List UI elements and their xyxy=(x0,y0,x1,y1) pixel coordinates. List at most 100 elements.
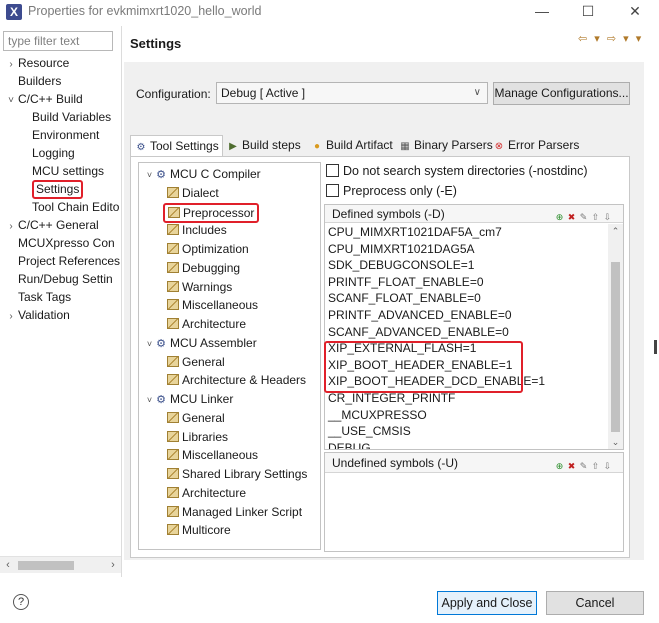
chevron-down-icon[interactable]: ˅ xyxy=(144,335,155,354)
apply-and-close-button[interactable]: Apply and Close xyxy=(437,591,537,615)
setting-icon xyxy=(167,280,179,292)
tab-build-artifact[interactable]: ● Build Artifact xyxy=(307,135,395,157)
nostdinc-option[interactable]: Do not search system directories (-nostd… xyxy=(326,164,588,178)
tab-tool-settings[interactable]: ⚙ Tool Settings xyxy=(130,135,223,157)
tool-group[interactable]: ˅ ⚙ MCU Linker xyxy=(139,390,320,409)
symbol-row[interactable]: SCANF_FLOAT_ENABLE=0 xyxy=(325,290,607,307)
tool-item[interactable]: Includes xyxy=(139,221,320,240)
tool-item[interactable]: Multicore xyxy=(139,521,320,540)
move-up-icon[interactable]: ⇧ xyxy=(591,211,603,223)
nav-item[interactable]: Builders xyxy=(4,72,121,90)
nostdinc-checkbox[interactable] xyxy=(326,164,339,177)
tool-item[interactable]: Architecture xyxy=(139,315,320,334)
delete-icon[interactable]: ✖ xyxy=(567,460,579,472)
close-button[interactable]: ✕ xyxy=(612,0,658,24)
symbol-row[interactable]: __MCUXPRESSO xyxy=(325,407,607,424)
tool-item[interactable]: General xyxy=(139,353,320,372)
scroll-thumb[interactable] xyxy=(611,262,620,432)
help-icon[interactable]: ? xyxy=(13,594,29,610)
delete-icon[interactable]: ✖ xyxy=(567,211,579,223)
nav-item[interactable]: › C/C++ General xyxy=(4,216,121,234)
tool-item[interactable]: Shared Library Settings xyxy=(139,465,320,484)
configuration-select[interactable]: Debug [ Active ] ∨ xyxy=(216,82,488,104)
nav-item[interactable]: Project References xyxy=(4,252,121,270)
tool-item[interactable]: Managed Linker Script xyxy=(139,503,320,522)
undefined-symbols-title: Undefined symbols (-U) xyxy=(332,456,459,470)
nav-item[interactable]: Tool Chain Edito xyxy=(4,198,121,216)
symbol-row[interactable]: PRINTF_ADVANCED_ENABLE=0 xyxy=(325,307,607,324)
scroll-right-icon[interactable]: › xyxy=(105,557,121,574)
tool-group[interactable]: ˅ ⚙ MCU C Compiler xyxy=(139,165,320,184)
symbol-row[interactable]: SDK_DEBUGCONSOLE=1 xyxy=(325,257,607,274)
nav-item[interactable]: MCUXpresso Con xyxy=(4,234,121,252)
symbol-row[interactable]: SCANF_ADVANCED_ENABLE=0 xyxy=(325,324,607,341)
setting-icon xyxy=(167,468,179,479)
defined-symbols-list[interactable]: Defined symbols (-D) ⊕✖✎⇧⇩ CPU_MIMXRT102… xyxy=(324,204,624,450)
symbol-row[interactable]: __USE_CMSIS xyxy=(325,423,607,440)
nav-item[interactable]: › Resource xyxy=(4,54,121,72)
move-up-icon[interactable]: ⇧ xyxy=(591,460,603,472)
maximize-button[interactable]: ☐ xyxy=(565,0,611,24)
chevron-right-icon[interactable]: › xyxy=(4,308,18,326)
tool-item[interactable]: Preprocessor xyxy=(139,202,320,223)
nav-item[interactable]: Settings xyxy=(4,180,121,199)
symbol-row[interactable]: PRINTF_FLOAT_ENABLE=0 xyxy=(325,274,607,291)
undefined-symbols-list[interactable]: Undefined symbols (-U) ⊕✖✎⇧⇩ xyxy=(324,452,624,552)
tool-item[interactable]: Miscellaneous xyxy=(139,446,320,465)
nav-item[interactable]: Build Variables xyxy=(4,108,121,126)
add-icon[interactable]: ⊕ xyxy=(555,460,567,472)
tab-build-steps[interactable]: ▶ Build steps xyxy=(223,135,307,157)
tool-item[interactable]: Miscellaneous xyxy=(139,296,320,315)
list-toolbar: ⊕✖✎⇧⇩ xyxy=(555,456,615,476)
tool-group[interactable]: ˅ ⚙ MCU Assembler xyxy=(139,334,320,353)
chevron-down-icon[interactable]: ˅ xyxy=(144,166,155,185)
horizontal-scrollbar[interactable]: ‹ › xyxy=(0,556,121,573)
sash-divider[interactable] xyxy=(121,26,122,577)
tool-item[interactable]: Debugging xyxy=(139,259,320,278)
tool-item-label: Debugging xyxy=(182,260,241,275)
tab-binary-parsers[interactable]: ▦ Binary Parsers xyxy=(395,135,492,157)
build-steps-icon: ▶ xyxy=(229,141,237,152)
nav-item[interactable]: › Validation xyxy=(4,306,121,324)
tool-item[interactable]: Libraries xyxy=(139,428,320,447)
history-nav-icons[interactable]: ⇦ ▾ ⇨ ▾ ▾ xyxy=(578,32,643,45)
tab-error-parsers[interactable]: ⊗ Error Parsers xyxy=(489,135,580,157)
tool-item[interactable]: Dialect xyxy=(139,184,320,203)
nav-item[interactable]: Task Tags xyxy=(4,288,121,306)
scroll-thumb[interactable] xyxy=(18,561,74,570)
cancel-button[interactable]: Cancel xyxy=(546,591,644,615)
nav-item[interactable]: Run/Debug Settin xyxy=(4,270,121,288)
symbol-row[interactable]: CPU_MIMXRT1021DAG5A xyxy=(325,241,607,258)
preprocess-only-checkbox[interactable] xyxy=(326,184,339,197)
vertical-scrollbar[interactable]: ⌃ ⌄ xyxy=(608,224,623,449)
tool-item[interactable]: Architecture & Headers xyxy=(139,371,320,390)
nav-item[interactable]: MCU settings xyxy=(4,162,121,180)
symbol-row[interactable]: DEBUG xyxy=(325,440,607,449)
error-icon: ⊗ xyxy=(494,141,504,152)
setting-icon xyxy=(167,411,179,423)
scroll-down-icon[interactable]: ⌄ xyxy=(608,435,623,449)
chevron-down-icon[interactable]: ˅ xyxy=(4,92,18,110)
setting-icon xyxy=(167,524,179,536)
nav-item[interactable]: Environment xyxy=(4,126,121,144)
add-icon[interactable]: ⊕ xyxy=(555,211,567,223)
edit-icon[interactable]: ✎ xyxy=(579,211,591,223)
tool-item[interactable]: Architecture xyxy=(139,484,320,503)
minimize-button[interactable]: — xyxy=(519,0,565,24)
filter-input[interactable] xyxy=(3,31,113,51)
tool-item[interactable]: General xyxy=(139,409,320,428)
tool-item[interactable]: Warnings xyxy=(139,278,320,297)
tool-item-label: General xyxy=(182,410,225,425)
move-down-icon[interactable]: ⇩ xyxy=(603,211,615,223)
preprocess-only-option[interactable]: Preprocess only (-E) xyxy=(326,184,457,198)
tool-item[interactable]: Optimization xyxy=(139,240,320,259)
scroll-left-icon[interactable]: ‹ xyxy=(0,557,16,574)
nav-item[interactable]: ˅ C/C++ Build xyxy=(4,90,121,108)
scroll-up-icon[interactable]: ⌃ xyxy=(608,224,623,238)
symbol-row[interactable]: CPU_MIMXRT1021DAF5A_cm7 xyxy=(325,224,607,241)
nav-item[interactable]: Logging xyxy=(4,144,121,162)
chevron-down-icon[interactable]: ˅ xyxy=(144,391,155,410)
manage-configurations-button[interactable]: Manage Configurations... xyxy=(493,82,630,105)
edit-icon[interactable]: ✎ xyxy=(579,460,591,472)
move-down-icon[interactable]: ⇩ xyxy=(603,460,615,472)
